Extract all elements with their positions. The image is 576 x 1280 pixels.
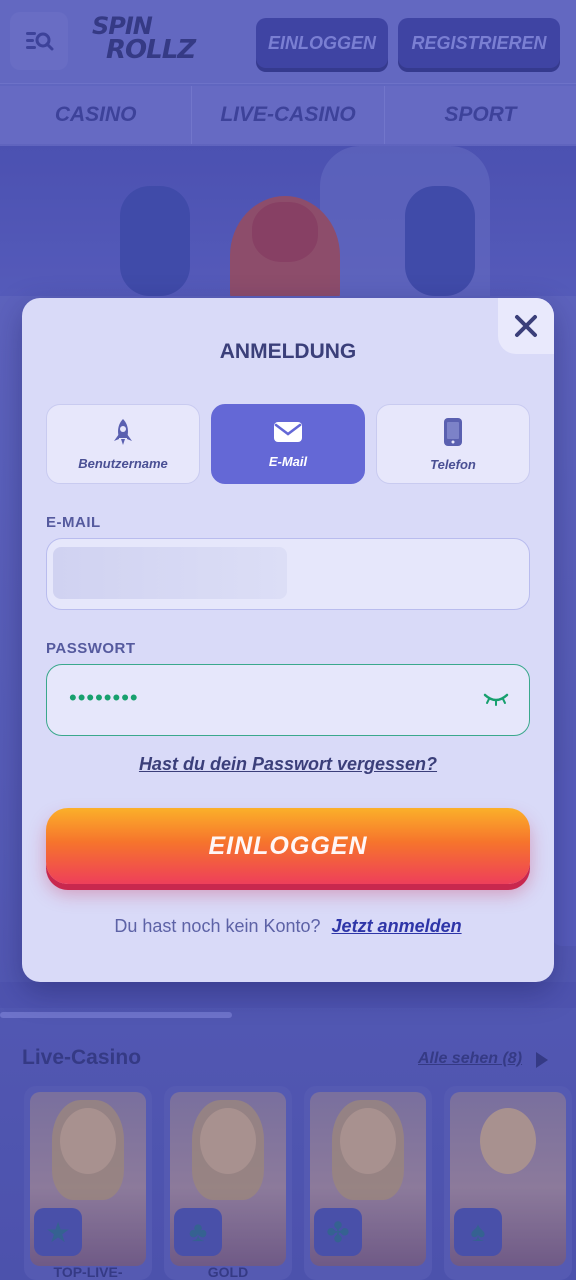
tab-username[interactable]: Benutzername: [46, 404, 200, 484]
password-label: PASSWORT: [46, 640, 136, 657]
close-icon: [515, 315, 537, 337]
email-label: E-MAIL: [46, 514, 101, 531]
email-field[interactable]: [46, 538, 530, 610]
tab-phone-label: Telefon: [430, 456, 476, 472]
modal-title: ANMELDUNG: [219, 340, 357, 363]
tab-phone[interactable]: Telefon: [376, 404, 530, 484]
password-value: ••••••••: [69, 685, 139, 710]
tab-username-label: Benutzername: [78, 455, 168, 471]
no-account-text: Du hast noch kein Konto?: [114, 916, 321, 936]
rocket-icon: [114, 418, 132, 445]
password-field[interactable]: ••••••••: [46, 664, 530, 736]
tab-email-label: E-Mail: [268, 453, 308, 469]
no-account-line: Du hast noch kein Konto? Jetzt anmelden: [22, 916, 554, 937]
tab-email[interactable]: E-Mail: [211, 404, 365, 484]
forgot-password-link[interactable]: Hast du dein Passwort vergessen?: [22, 754, 554, 775]
envelope-icon: [274, 421, 302, 442]
phone-icon: [444, 417, 462, 446]
eye-closed-icon[interactable]: [483, 689, 509, 709]
email-value-redacted: [53, 547, 287, 599]
login-submit-button[interactable]: EINLOGGEN: [46, 808, 530, 884]
signup-link[interactable]: Jetzt anmelden: [332, 916, 462, 936]
login-modal: ANMELDUNG Benutzername E-Mail Telefon E-…: [22, 298, 554, 982]
